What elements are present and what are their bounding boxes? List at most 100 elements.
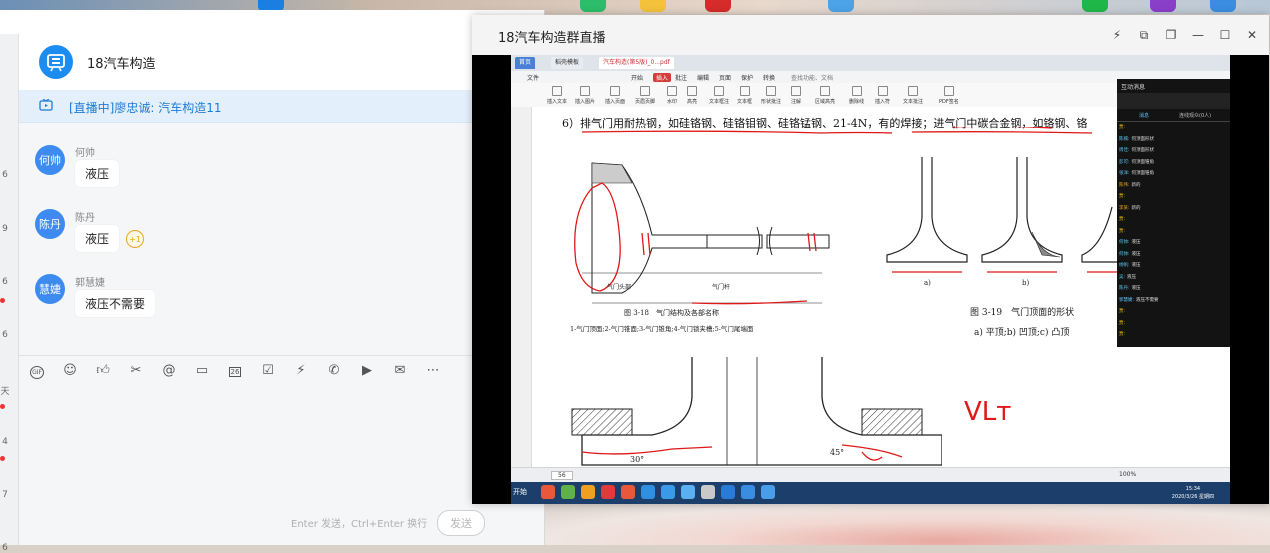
tab-messages[interactable]: 消息 <box>1139 112 1149 119</box>
taskbar-app-icon[interactable] <box>681 485 695 499</box>
ribbon-button[interactable]: 文本框注 <box>709 86 729 105</box>
ribbon-button[interactable]: 删除线 <box>849 86 864 105</box>
ribbon-button[interactable]: 区域高亮 <box>815 86 835 105</box>
calendar-icon[interactable]: 26 <box>227 363 243 379</box>
plus-one-button[interactable]: +1 <box>126 230 144 248</box>
group-avatar[interactable] <box>39 45 73 79</box>
taskbar-app-icon[interactable] <box>661 485 675 499</box>
page-number[interactable]: 56 <box>551 471 573 480</box>
ribbon-button[interactable]: 插入图片 <box>575 86 595 105</box>
taskbar-app-icon[interactable] <box>741 485 755 499</box>
message-bubble[interactable]: 液压不需要 <box>75 290 156 317</box>
unread-dot <box>0 298 5 303</box>
taskbar-app-icon[interactable] <box>601 485 615 499</box>
menu-item[interactable]: 文件 <box>527 73 539 82</box>
at-icon[interactable]: @ <box>161 363 177 379</box>
ribbon-button[interactable]: PDF签名 <box>939 86 959 105</box>
menu-item[interactable]: 开始 <box>631 73 643 82</box>
taskbar-app-icon[interactable] <box>761 485 775 499</box>
desktop-icon[interactable] <box>705 0 731 12</box>
pdf-search[interactable]: 查找功能、文档 <box>791 73 833 82</box>
panel-message-sender: 贾: <box>1119 332 1126 337</box>
panel-message: 张洋: 何顶面锥角 <box>1119 171 1154 176</box>
phone-icon[interactable]: ✆ <box>326 363 342 379</box>
ribbon-button[interactable]: 插入页面 <box>605 86 625 105</box>
taskbar-app-icon[interactable] <box>701 485 715 499</box>
menu-item[interactable]: 保护 <box>741 73 753 82</box>
desktop-icon[interactable] <box>580 0 606 12</box>
ribbon-button[interactable]: 高亮 <box>687 86 697 105</box>
sender-name: 何帅 <box>75 148 95 159</box>
live-notice-bar[interactable]: [直播中]廖忠诚: 汽车构造11 <box>19 90 544 123</box>
maximize-icon[interactable]: ☐ <box>1217 27 1233 43</box>
message-bubble[interactable]: 液压 <box>75 160 120 187</box>
gif-icon[interactable]: GIF <box>29 363 45 379</box>
taskbar-app-icon[interactable] <box>721 485 735 499</box>
panel-message-text: 液压 <box>1131 240 1141 245</box>
pdf-tab-bar: 首页 稻壳模板 汽车构造(第5版)_0...pdf <box>511 55 1230 71</box>
taskbar-app-icon[interactable] <box>541 485 555 499</box>
tab-pdf[interactable]: 汽车构造(第5版)_0...pdf <box>599 57 674 69</box>
panel-message: 郭慧婕: 液压不需要 <box>1119 298 1159 303</box>
popout-icon[interactable]: ❐ <box>1163 27 1179 43</box>
taskbar-app-icon[interactable] <box>561 485 575 499</box>
start-button[interactable]: 开始 <box>513 487 527 497</box>
minimize-icon[interactable]: — <box>1190 27 1206 43</box>
more-icon[interactable]: ⋯ <box>425 363 441 379</box>
panel-message-sender: 杨帆: <box>1119 263 1130 268</box>
close-icon[interactable]: ✕ <box>1244 27 1260 43</box>
menu-item[interactable]: 编辑 <box>697 73 709 82</box>
pin-icon[interactable]: ⧉ <box>1136 27 1152 43</box>
taskbar-app-icon[interactable] <box>581 485 595 499</box>
avatar[interactable]: 何帅 <box>35 145 65 175</box>
menu-item[interactable]: 批注 <box>675 73 687 82</box>
emoji-icon[interactable]: ☺ <box>62 363 78 379</box>
zoom-level[interactable]: 100% <box>1119 471 1136 478</box>
panel-message: 贾: <box>1119 321 1127 326</box>
mail-icon[interactable]: ✉ <box>392 363 408 379</box>
chat-titlebar <box>0 10 544 34</box>
message-bubble[interactable]: 液压 <box>75 225 120 252</box>
panel-message-sender: 贾: <box>1119 194 1126 199</box>
desktop-icon[interactable] <box>1210 0 1236 12</box>
ribbon-button[interactable]: 注解 <box>791 86 801 105</box>
avatar[interactable]: 陈丹 <box>35 209 65 239</box>
panel-message-text: 何顶面形状 <box>1131 136 1155 142</box>
send-button[interactable]: 发送 <box>437 510 485 536</box>
tab-home[interactable]: 首页 <box>515 57 536 69</box>
panel-message-text: 液压 <box>1131 286 1141 291</box>
ribbon-button[interactable]: 插入符 <box>875 86 890 105</box>
video-icon[interactable]: ▶ <box>359 363 375 379</box>
ribbon-button[interactable]: 水印 <box>667 86 677 105</box>
desktop-icon[interactable] <box>828 0 854 12</box>
lightning-icon[interactable]: ⚡︎ <box>1109 27 1125 43</box>
taskbar-app-icon[interactable] <box>641 485 655 499</box>
panel-message-text: 何顶面形状 <box>1131 148 1155 153</box>
taskbar-app-icon[interactable] <box>621 485 635 499</box>
thumbs-up-icon[interactable]: 👍︎ <box>95 363 111 379</box>
message-input[interactable]: Enter 发送，Ctrl+Enter 换行 发送 <box>19 386 544 545</box>
panel-message-sender: 李某: <box>1119 205 1130 211</box>
tab-connected-viewers[interactable]: 连线观众(0人) <box>1179 112 1211 119</box>
ribbon-button[interactable]: 文本框 <box>737 86 752 105</box>
desktop-icon[interactable] <box>1150 0 1176 12</box>
input-toolbar: GIF ☺ 👍︎ ✂ @ ▭ 26 ☑ ⚡︎ ✆ ▶ ✉ ⋯ <box>19 355 544 386</box>
menu-item[interactable]: 页面 <box>719 73 731 82</box>
ribbon-button[interactable]: 文本批注 <box>903 86 923 105</box>
conversation-count: 天 <box>0 387 10 397</box>
lightning-icon[interactable]: ⚡︎ <box>293 363 309 379</box>
ribbon-button[interactable]: 插入文本 <box>547 86 567 105</box>
taskbar-clock[interactable]: 15:34 2020/3/26 星期四 <box>1172 485 1214 501</box>
folder-icon[interactable]: ▭ <box>194 363 210 379</box>
scissors-icon[interactable]: ✂ <box>128 363 144 379</box>
tab-template[interactable]: 稻壳模板 <box>551 57 584 69</box>
desktop-icon[interactable] <box>640 0 666 12</box>
ribbon-button[interactable]: 形状批注 <box>761 86 781 105</box>
fig-caption: 图 3-18 气门结构及各部名称 <box>624 309 719 317</box>
desktop-icon[interactable] <box>1082 0 1108 12</box>
ribbon-button[interactable]: 页眉页脚 <box>635 86 655 105</box>
menu-item[interactable]: 插入 <box>653 73 672 82</box>
menu-item[interactable]: 转换 <box>763 73 775 82</box>
check-icon[interactable]: ☑ <box>260 363 276 379</box>
avatar[interactable]: 慧婕 <box>35 274 65 304</box>
